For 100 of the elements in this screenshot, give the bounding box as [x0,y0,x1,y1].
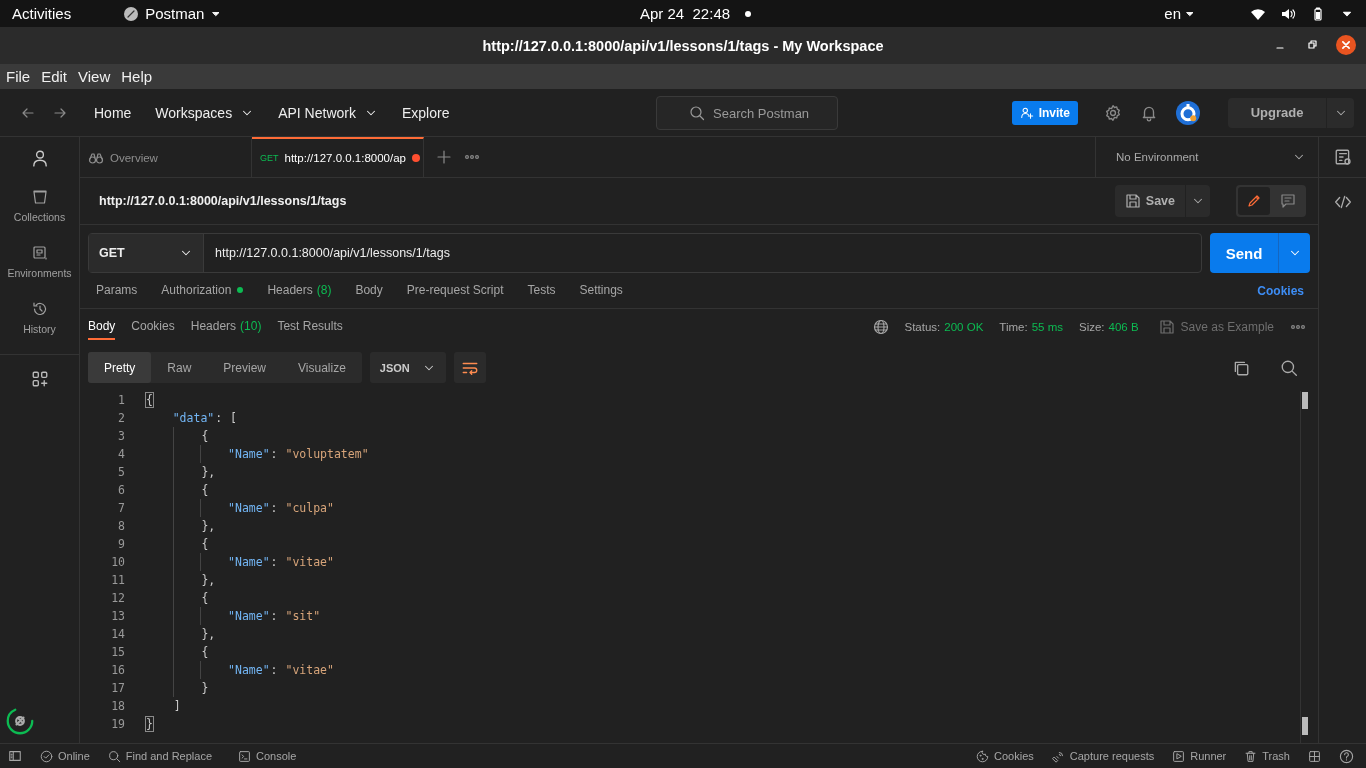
line-number: 18 [110,699,125,713]
check-circle-icon [40,749,53,763]
avatar-icon[interactable] [1176,100,1200,125]
sidebar-item[interactable]: History [0,290,79,346]
view-tab[interactable]: Raw [151,352,208,383]
status-label: Status: [904,321,941,333]
app-menu[interactable]: Postman [123,5,223,22]
line-number: 6 [117,483,125,497]
nav-link[interactable]: Explore [391,100,460,125]
edit-mode-button[interactable] [1238,187,1270,215]
plus-icon[interactable] [436,149,452,165]
language-menu[interactable]: en [1164,5,1196,22]
status-bar-item[interactable]: Find and Replace [107,749,213,763]
pencil-icon [1246,193,1262,209]
menu-item[interactable]: Edit [41,68,68,85]
request-option-tab[interactable]: Authorization [161,277,244,304]
activities-button[interactable]: Activities [12,5,72,22]
close-icon[interactable] [1336,35,1356,55]
request-tab[interactable]: GET http://127.0.0.1:8000/ap [252,137,424,177]
apps-icon[interactable] [30,369,49,388]
nav-link[interactable]: Home [84,100,142,125]
scrollbar-thumb[interactable] [1302,392,1308,409]
format-dropdown[interactable]: JSON [369,352,446,383]
status-bar-item[interactable]: Trash [1244,749,1290,763]
play-square-icon [1172,749,1186,763]
search-icon[interactable] [1280,358,1298,377]
environment-quick-look-icon[interactable] [1333,148,1352,166]
line-number: 1 [117,393,125,407]
code-line: "Name": "vitae" [145,553,334,571]
scroll-marker [1302,717,1308,735]
wrap-lines-button[interactable] [453,352,486,383]
code-line: "Name": "voluptatem" [145,445,369,463]
sidebar-toggle-icon[interactable] [8,749,22,763]
nav-link[interactable]: Workspaces [145,100,265,125]
size-value: 406 B [1108,321,1139,333]
response-tab[interactable]: Cookies [131,314,175,340]
settings-icon[interactable] [1104,103,1122,122]
method-dropdown[interactable]: GET [89,234,204,272]
request-option-tab[interactable]: Body [355,277,383,304]
request-url-bar[interactable]: GET http://127.0.0.1:8000/api/v1/lessons/1/tags [88,233,1202,273]
code-line: }, [145,571,217,589]
sidebar-item[interactable]: Environments [0,234,79,290]
environment-icon [31,245,48,261]
response-tab[interactable]: Test Results [277,314,343,340]
status-value: 200 OK [944,321,984,333]
user-icon[interactable] [30,148,49,167]
menu-item[interactable]: View [78,68,111,85]
line-number: 3 [117,429,125,443]
request-option-tab[interactable]: Params [96,277,138,304]
request-title: http://127.0.0.1:8000/api/v1/lessons/1/tags [99,194,347,208]
code-line: ] [172,698,182,715]
request-option-tab[interactable]: Settings [579,277,623,304]
comment-icon [1280,193,1296,209]
code-line: "Name": "vitae" [145,661,334,679]
request-option-tab[interactable]: Tests [527,277,556,304]
line-number: 10 [110,555,125,569]
nav-link[interactable]: API Network [268,100,388,125]
url-field[interactable]: http://127.0.0.1:8000/api/v1/lessons/1/tags [204,234,1201,272]
menu-item[interactable]: File [6,68,31,85]
clock[interactable]: Apr 24 22:48 [640,5,731,22]
status-bar-item[interactable]: Capture requests [1051,749,1155,763]
environment-selector[interactable]: No Environment [1095,137,1318,177]
add-user-icon [1019,105,1034,120]
request-option-tab[interactable]: Headers (8) [267,277,332,304]
code-line: { [145,643,210,661]
menu-item[interactable]: Help [121,68,153,85]
line-number: 13 [110,609,125,623]
response-tab[interactable]: Headers (10) [190,314,262,340]
view-tab[interactable]: Pretty [88,352,152,383]
response-tab[interactable]: Body [88,314,116,340]
view-tab[interactable]: Visualize [282,352,362,383]
time-value: 55 ms [1031,321,1063,333]
window-title: http://127.0.0.1:8000/api/v1/lessons/1/tags - My Workspace [482,37,884,54]
status-bar-item[interactable]: Console [238,749,297,763]
line-number: 8 [117,519,125,533]
invite-button[interactable]: Invite [1011,100,1078,125]
help-icon[interactable] [1339,748,1354,764]
line-number: 16 [110,663,125,677]
progress-ring-icon[interactable] [6,707,34,735]
search-field[interactable]: Search Postman [656,96,838,130]
line-number: 7 [117,501,125,515]
line-number: 4 [117,447,125,461]
layout-icon[interactable] [1308,749,1321,763]
cookies-link[interactable]: Cookies [1257,283,1304,298]
code-line: }, [145,517,217,535]
line-number: 12 [110,591,125,605]
app-icon [123,5,140,22]
status-bar-item[interactable]: Cookies [976,749,1034,763]
view-tab[interactable]: Preview [207,352,283,383]
line-number: 9 [117,537,125,551]
save-button[interactable]: Save [1114,185,1185,217]
line-number: 15 [110,645,125,659]
line-number: 2 [117,411,125,425]
code-icon[interactable] [1333,193,1352,211]
code-line: { [145,427,210,445]
request-option-tab[interactable]: Pre-request Script [406,277,504,304]
sidebar-item[interactable]: Collections [0,178,79,234]
status-bar-item[interactable]: Runner [1172,749,1227,763]
status-bar-item[interactable]: Online [40,749,90,763]
globe-icon[interactable] [872,319,889,335]
